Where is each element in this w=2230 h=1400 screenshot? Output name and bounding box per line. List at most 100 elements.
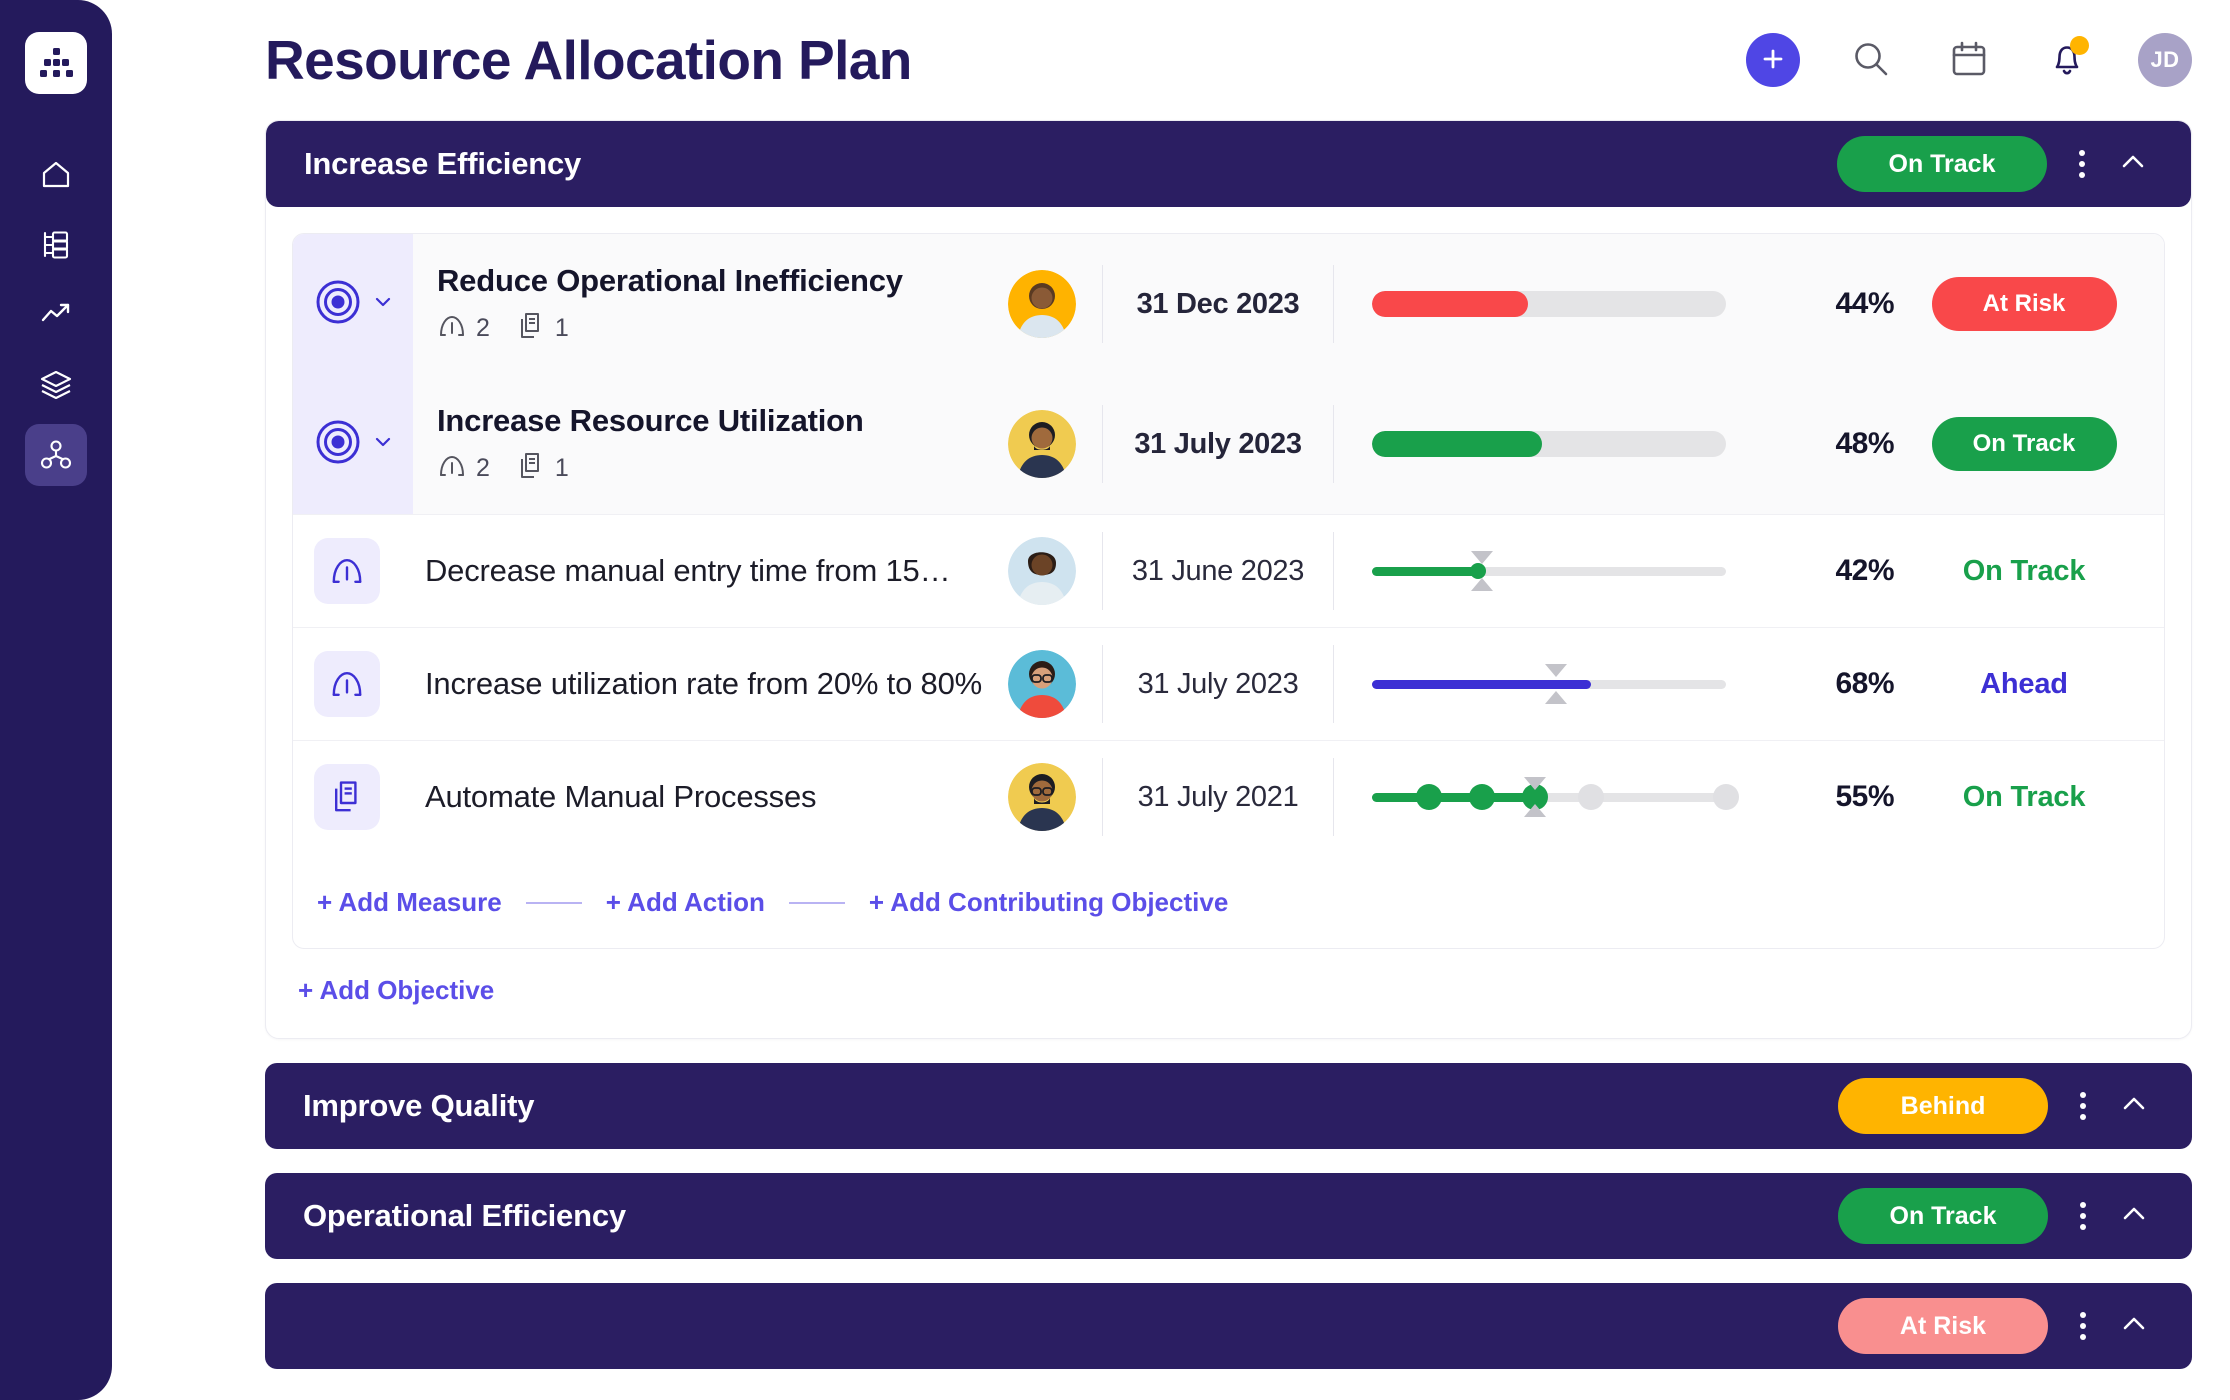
avatar[interactable] <box>1008 270 1076 338</box>
add-measure-link[interactable]: + Add Measure <box>317 887 502 918</box>
milestone-dot[interactable] <box>1713 784 1739 810</box>
objective-icon-group[interactable] <box>293 374 413 514</box>
link-divider <box>525 901 582 904</box>
measure-status: On Track <box>1894 555 2164 588</box>
sidebar-item-layers[interactable] <box>25 354 87 416</box>
network-nodes-icon <box>39 438 73 472</box>
action-icon-group <box>293 741 401 853</box>
measure-percent: 68% <box>1835 667 1894 700</box>
goal-header-partial[interactable]: At Risk <box>265 1283 2192 1369</box>
goal-menu-button[interactable] <box>2060 1188 2106 1244</box>
slider-handle[interactable] <box>1470 563 1487 579</box>
search-icon <box>1850 38 1892 83</box>
objective-icon-group[interactable] <box>293 234 413 374</box>
measure-slider[interactable] <box>1334 551 1764 591</box>
objective-row[interactable]: Increase Resource Utilization 2 1 31 Jul… <box>293 374 2164 514</box>
progress-track <box>1372 291 1726 317</box>
goal-menu-button[interactable] <box>2060 1078 2106 1134</box>
chevron-down-icon[interactable] <box>372 291 394 318</box>
add-objective-link[interactable]: + Add Objective <box>292 949 494 1016</box>
avatar[interactable] <box>1008 763 1076 831</box>
measure-slider[interactable] <box>1334 664 1764 704</box>
measure-row[interactable]: Increase utilization rate from 20% to 80… <box>293 627 2164 740</box>
action-docs-icon <box>516 451 546 486</box>
objective-progress-bar[interactable] <box>1334 291 1764 317</box>
goal-collapse-button[interactable] <box>2106 1298 2162 1354</box>
measure-percent: 42% <box>1835 554 1894 587</box>
slider-track <box>1372 664 1726 704</box>
goal-header-improve-quality[interactable]: Improve Quality Behind <box>265 1063 2192 1149</box>
measure-row[interactable]: Decrease manual entry time from 15… 31 J… <box>293 514 2164 627</box>
org-nodes-logo-icon[interactable] <box>25 32 87 94</box>
sidebar-item-analytics[interactable] <box>25 284 87 346</box>
add-contributing-objective-link[interactable]: + Add Contributing Objective <box>869 887 1228 918</box>
sidebar-item-strategy-map[interactable] <box>25 424 87 486</box>
objective-info: Reduce Operational Inefficiency 2 1 <box>413 263 982 346</box>
measure-gauge-icon <box>314 538 380 604</box>
slider-track <box>1372 777 1739 817</box>
measure-icon-group <box>293 515 401 627</box>
layers-icon <box>39 368 73 402</box>
chevron-up-icon <box>2117 146 2149 183</box>
goal-header[interactable]: Increase Efficiency On Track <box>266 121 2191 207</box>
milestone-dot[interactable] <box>1415 784 1442 810</box>
goal-menu-button[interactable] <box>2060 1298 2106 1354</box>
home-icon <box>39 158 73 192</box>
milestone-dot[interactable] <box>1578 784 1605 810</box>
goal-body: Reduce Operational Inefficiency 2 1 31 D… <box>266 207 2191 1038</box>
goal-title: Increase Efficiency <box>304 146 582 181</box>
goal-status-badge[interactable]: Behind <box>1838 1078 2048 1134</box>
goal-collapse-button[interactable] <box>2105 136 2161 192</box>
objective-row[interactable]: Reduce Operational Inefficiency 2 1 31 D… <box>293 234 2164 374</box>
measure-gauge-icon <box>437 451 467 486</box>
objective-progress-bar[interactable] <box>1334 431 1764 457</box>
status-badge[interactable]: At Risk <box>1931 277 2117 331</box>
sidebar-item-plans[interactable] <box>25 214 87 276</box>
user-avatar[interactable]: JD <box>2138 33 2192 87</box>
search-button[interactable] <box>1844 33 1898 87</box>
chevron-up-icon <box>2118 1198 2150 1235</box>
measure-info: Decrease manual entry time from 15… <box>401 553 982 589</box>
status-badge[interactable]: On Track <box>1931 417 2117 471</box>
status-text: On Track <box>1962 780 2086 813</box>
main-area: Resource Allocation Plan JD Increase Eff… <box>112 0 2230 1400</box>
objective-status: At Risk <box>1894 277 2164 331</box>
goal-menu-button[interactable] <box>2059 136 2105 192</box>
chevron-up-icon <box>2118 1088 2150 1125</box>
goal-header-operational-efficiency[interactable]: Operational Efficiency On Track <box>265 1173 2192 1259</box>
goal-collapse-button[interactable] <box>2106 1078 2162 1134</box>
action-name: Automate Manual Processes <box>425 779 817 814</box>
objective-due-date: 31 July 2023 <box>1134 427 1302 460</box>
avatar[interactable] <box>1008 650 1076 718</box>
measure-info: Increase utilization rate from 20% to 80… <box>401 666 982 702</box>
sidebar-item-home[interactable] <box>25 144 87 206</box>
action-status: On Track <box>1894 781 2164 814</box>
goal-status-badge[interactable]: On Track <box>1838 1188 2048 1244</box>
status-text: Ahead <box>1980 667 2068 700</box>
milestone-dot[interactable] <box>1468 784 1495 810</box>
measures-count-group: 2 <box>437 311 490 346</box>
goal-status-badge[interactable]: At Risk <box>1838 1298 2048 1354</box>
calendar-button[interactable] <box>1942 33 1996 87</box>
action-row[interactable]: Automate Manual Processes 31 July 2021 5… <box>293 740 2164 853</box>
add-action-link[interactable]: + Add Action <box>606 887 765 918</box>
avatar[interactable] <box>1008 537 1076 605</box>
add-links-row: + Add Measure + Add Action + Add Contrib… <box>293 853 2164 948</box>
chevron-down-icon[interactable] <box>372 431 394 458</box>
goal-card-increase-efficiency: Increase Efficiency On Track Reduce Oper… <box>265 120 2192 1039</box>
org-chart-icon <box>39 228 73 262</box>
goal-title: Operational Efficiency <box>303 1198 626 1233</box>
slider-fill <box>1372 792 1535 802</box>
sidebar <box>0 0 112 1400</box>
slider-fill <box>1372 566 1479 576</box>
actions-count: 1 <box>554 313 569 342</box>
notifications-button[interactable] <box>2040 33 2094 87</box>
add-button[interactable] <box>1746 33 1800 87</box>
action-due-date: 31 July 2021 <box>1137 780 1299 813</box>
goal-status-badge[interactable]: On Track <box>1837 136 2047 192</box>
goal-collapse-button[interactable] <box>2106 1188 2162 1244</box>
action-milestone-slider[interactable] <box>1334 777 1764 817</box>
actions-count-group: 1 <box>516 451 569 486</box>
measure-name: Decrease manual entry time from 15… <box>425 553 951 588</box>
avatar[interactable] <box>1008 410 1076 478</box>
